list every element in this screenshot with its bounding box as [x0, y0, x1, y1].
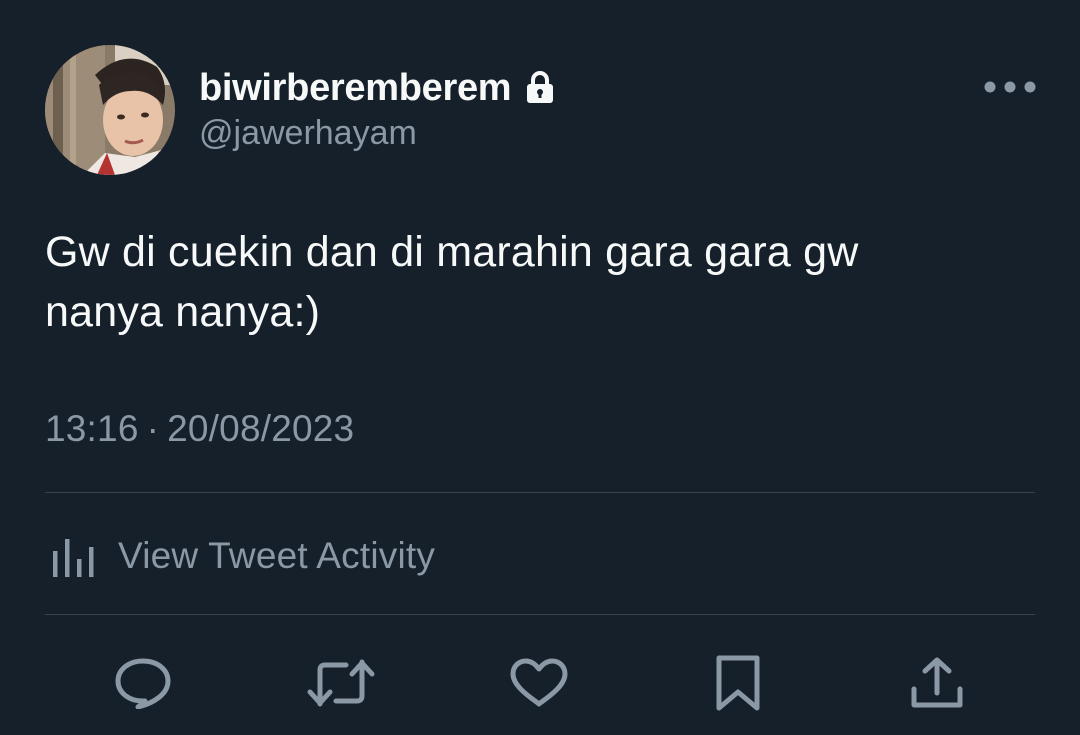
- more-dots-icon: [984, 81, 1036, 93]
- activity-label: View Tweet Activity: [118, 535, 436, 576]
- action-bar: [0, 648, 1080, 718]
- retweet-icon: [307, 659, 375, 707]
- retweet-button[interactable]: [306, 648, 376, 718]
- reply-icon: [115, 658, 171, 709]
- divider-top: [45, 492, 1035, 493]
- analytics-icon: [53, 539, 94, 577]
- timestamp-separator: ·: [146, 408, 160, 449]
- author-row: biwirberemberem: [199, 64, 555, 112]
- share-button[interactable]: [902, 648, 972, 718]
- divider-bottom: [45, 614, 1035, 615]
- tweet-detail: biwirberemberem @jawerhayam Gw di cuekin…: [0, 0, 1080, 735]
- more-options-button[interactable]: [980, 70, 1040, 104]
- tweet-text: Gw di cuekin dan di marahin gara gara gw…: [45, 228, 859, 336]
- view-tweet-activity-link[interactable]: View Tweet Activity: [50, 528, 435, 584]
- avatar-photo: [45, 45, 175, 175]
- avatar[interactable]: [45, 45, 175, 175]
- reply-button[interactable]: [108, 648, 178, 718]
- heart-icon: [510, 658, 568, 707]
- display-name[interactable]: biwirberemberem: [199, 67, 512, 110]
- tweet-timestamp[interactable]: 13:16 · 20/08/2023: [45, 408, 354, 450]
- author-handle[interactable]: @jawerhayam: [199, 114, 417, 153]
- tweet-date: 20/08/2023: [167, 408, 355, 449]
- tweet-time: 13:16: [45, 408, 139, 449]
- like-button[interactable]: [504, 648, 574, 718]
- bookmark-icon: [716, 655, 760, 711]
- lock-icon: [525, 70, 555, 104]
- share-icon: [911, 657, 963, 708]
- bookmark-button[interactable]: [703, 648, 773, 718]
